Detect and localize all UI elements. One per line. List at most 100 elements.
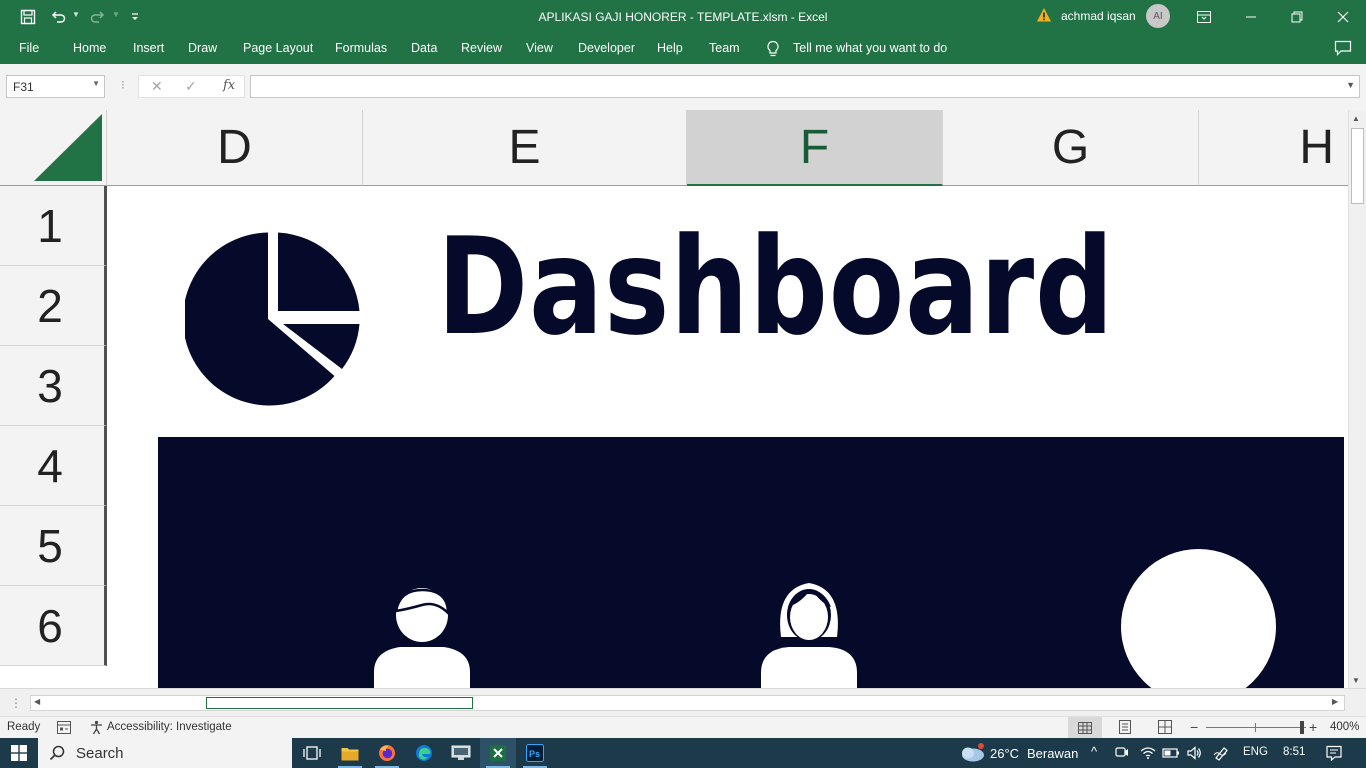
male-user-icon[interactable]: [372, 587, 472, 688]
tab-draw[interactable]: Draw: [188, 41, 217, 55]
tab-file[interactable]: File: [19, 41, 39, 55]
photoshop-icon[interactable]: Ps: [517, 738, 553, 768]
remote-desktop-icon[interactable]: [443, 738, 479, 768]
chevron-down-icon[interactable]: ▼: [92, 79, 100, 88]
normal-view-icon[interactable]: [1068, 717, 1102, 738]
restore-icon[interactable]: [1274, 0, 1320, 33]
save-icon[interactable]: [15, 4, 41, 30]
battery-icon[interactable]: [1162, 746, 1180, 760]
page-break-preview-icon[interactable]: [1157, 719, 1173, 735]
scroll-right-icon[interactable]: ▶: [1332, 697, 1338, 706]
vertical-scroll-thumb[interactable]: [1351, 128, 1364, 204]
tab-page-layout[interactable]: Page Layout: [243, 41, 313, 55]
redo-icon[interactable]: [85, 4, 111, 30]
column-header[interactable]: H: [1199, 110, 1348, 186]
placeholder-circle[interactable]: [1121, 549, 1276, 688]
comments-icon[interactable]: [1334, 40, 1352, 56]
formula-bar: F31 ▼ ⁝ ✕ ✓ fx ▼: [0, 64, 1366, 110]
column-header[interactable]: D: [107, 110, 363, 186]
firefox-icon[interactable]: [369, 738, 405, 768]
row-header[interactable]: 2: [0, 266, 107, 346]
zoom-in-icon[interactable]: +: [1309, 719, 1317, 735]
zoom-level[interactable]: 400%: [1330, 721, 1359, 733]
pie-chart-icon[interactable]: [185, 231, 361, 407]
tab-developer[interactable]: Developer: [578, 41, 635, 55]
cancel-icon[interactable]: ✕: [151, 78, 163, 95]
system-clock[interactable]: 8:51: [1283, 746, 1305, 758]
warning-icon[interactable]: [1036, 7, 1052, 23]
vertical-scrollbar[interactable]: ▲ ▼: [1348, 110, 1366, 688]
row-header[interactable]: 6: [0, 586, 107, 666]
column-header-selected[interactable]: F: [687, 110, 943, 186]
row-header[interactable]: 4: [0, 426, 107, 506]
row-header[interactable]: 5: [0, 506, 107, 586]
sheet-tabs-bar: ⋮ ◀ ▶: [0, 688, 1366, 716]
tab-insert[interactable]: Insert: [133, 41, 164, 55]
edge-icon[interactable]: [406, 738, 442, 768]
scroll-up-icon[interactable]: ▲: [1352, 114, 1360, 123]
enter-icon[interactable]: ✓: [185, 78, 197, 95]
weather-description[interactable]: Berawan: [1027, 746, 1078, 761]
formula-input[interactable]: ▼: [250, 75, 1360, 98]
windows-start-icon[interactable]: [0, 738, 38, 768]
tab-team[interactable]: Team: [709, 41, 740, 55]
cloud-weather-icon[interactable]: [958, 742, 986, 764]
insert-function-icon[interactable]: fx: [223, 78, 235, 93]
tab-help[interactable]: Help: [657, 41, 683, 55]
weather-temperature[interactable]: 26°C: [990, 746, 1019, 761]
expand-formula-icon[interactable]: ▼: [1346, 80, 1355, 90]
file-explorer-icon[interactable]: [332, 738, 368, 768]
undo-icon[interactable]: [45, 4, 71, 30]
title-bar: ▼ ▼ APLIKASI GAJI HONORER - TEMPLATE.xls…: [0, 0, 1366, 33]
meet-now-icon[interactable]: [1114, 745, 1130, 761]
tab-review[interactable]: Review: [461, 41, 502, 55]
task-view-icon[interactable]: [294, 738, 330, 768]
formula-buttons: ✕ ✓ fx: [138, 75, 245, 98]
user-name[interactable]: achmad iqsan: [1061, 9, 1136, 23]
name-box[interactable]: F31 ▼: [6, 75, 105, 98]
tab-data[interactable]: Data: [411, 41, 437, 55]
accessibility-icon[interactable]: [89, 720, 104, 735]
minimize-icon[interactable]: [1228, 0, 1274, 33]
tab-view[interactable]: View: [526, 41, 553, 55]
accessibility-status[interactable]: Accessibility: Investigate: [107, 721, 232, 733]
ribbon-display-options-icon[interactable]: [1181, 0, 1227, 33]
column-header[interactable]: E: [363, 110, 687, 186]
redo-dropdown-icon[interactable]: ▼: [112, 10, 120, 19]
input-language[interactable]: ENG: [1243, 746, 1268, 758]
tab-formulas[interactable]: Formulas: [335, 41, 387, 55]
row-header[interactable]: 1: [0, 186, 107, 266]
horizontal-scrollbar[interactable]: ◀ ▶: [30, 695, 1345, 711]
pen-ink-icon[interactable]: [1213, 745, 1231, 761]
excel-icon[interactable]: [480, 738, 516, 768]
scroll-down-icon[interactable]: ▼: [1352, 676, 1360, 685]
taskbar-search[interactable]: Search: [38, 738, 292, 768]
female-user-icon[interactable]: [759, 577, 859, 688]
customize-icon[interactable]: [122, 4, 148, 30]
sheet-tab-splitter[interactable]: ⋮: [10, 696, 22, 710]
wifi-icon[interactable]: [1140, 745, 1156, 761]
volume-icon[interactable]: [1186, 745, 1202, 761]
select-all-button[interactable]: [0, 110, 107, 186]
close-icon[interactable]: [1320, 0, 1366, 33]
page-layout-view-icon[interactable]: [1117, 719, 1133, 735]
notifications-icon[interactable]: [1325, 744, 1343, 762]
tab-home[interactable]: Home: [73, 41, 106, 55]
horizontal-scroll-thumb[interactable]: [206, 697, 473, 709]
show-hidden-icons-icon[interactable]: ^: [1091, 744, 1097, 759]
macro-recording-icon[interactable]: [57, 721, 71, 734]
row-header[interactable]: 3: [0, 346, 107, 426]
sheet-canvas[interactable]: Dashboard: [107, 186, 1344, 688]
zoom-slider[interactable]: [1206, 727, 1306, 728]
name-box-value: F31: [13, 80, 34, 94]
zoom-out-icon[interactable]: −: [1190, 719, 1198, 735]
avatar[interactable]: AI: [1146, 4, 1170, 28]
undo-dropdown-icon[interactable]: ▼: [72, 10, 80, 19]
windows-taskbar: Search Ps 26°C Berawan ^ ENG 8:51: [0, 738, 1366, 768]
tell-me-search[interactable]: Tell me what you want to do: [793, 41, 947, 55]
column-header[interactable]: G: [943, 110, 1199, 186]
scroll-left-icon[interactable]: ◀: [34, 697, 40, 706]
zoom-slider-thumb[interactable]: [1300, 721, 1304, 734]
ribbon-tabs: File Home Insert Draw Page Layout Formul…: [0, 33, 1366, 64]
formula-bar-separator[interactable]: ⁝: [121, 78, 125, 92]
